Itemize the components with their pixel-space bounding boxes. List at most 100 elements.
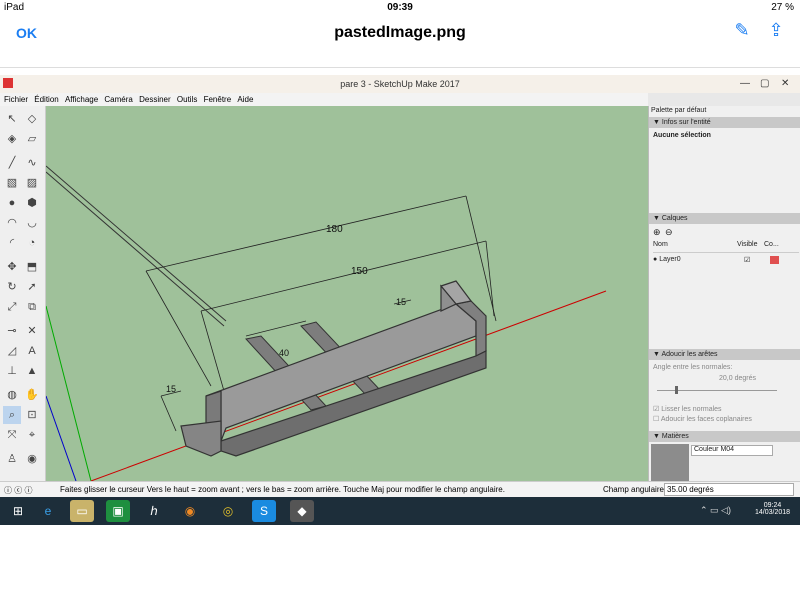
follow-me-icon[interactable]: ➚ xyxy=(23,278,41,296)
divider xyxy=(0,67,800,68)
tray-panel: Palette par défaut ▼ Infos sur l'entité … xyxy=(648,106,800,481)
blue-axis xyxy=(46,395,77,481)
component-icon[interactable]: ◇ xyxy=(23,110,41,128)
tray-icons[interactable]: ⌃ ▭ ◁) xyxy=(700,505,731,516)
layer-visible-checkbox[interactable]: ☑ xyxy=(744,256,750,264)
maximize-icon[interactable]: ▢ xyxy=(760,78,769,89)
menu-camera[interactable]: Caméra xyxy=(104,95,132,104)
rotate-icon[interactable]: ↻ xyxy=(3,278,21,296)
ios-nav-bar: OK pastedImage.png ✎ ⇪ xyxy=(0,16,800,50)
arc2-icon[interactable]: ◡ xyxy=(23,214,41,232)
materials-panel-header[interactable]: ▼ Matières xyxy=(649,431,800,442)
move-icon[interactable]: ✥ xyxy=(3,258,21,276)
measurement-label: Champ angulaire xyxy=(603,485,664,494)
text-icon[interactable]: A xyxy=(23,342,41,360)
tape-measure-icon[interactable]: ⊸ xyxy=(3,322,21,340)
chrome-icon[interactable]: ◎ xyxy=(216,500,240,522)
layers-panel-header[interactable]: ▼ Calques xyxy=(649,213,800,224)
model-drawing: 180 150 15 40 15 xyxy=(46,165,607,481)
3d-viewport[interactable]: 180 150 15 40 15 xyxy=(46,106,648,481)
menu-outils[interactable]: Outils xyxy=(177,95,197,104)
arc3-icon[interactable]: ◜ xyxy=(3,234,21,252)
material-name-field[interactable]: Couleur M04 xyxy=(691,445,773,456)
material-swatch[interactable] xyxy=(651,444,689,481)
rotated-rectangle-icon[interactable]: ▨ xyxy=(23,174,41,192)
dim-small-label: 15 xyxy=(166,384,176,394)
pan-icon[interactable]: ✋ xyxy=(23,386,41,404)
menu-affichage[interactable]: Affichage xyxy=(65,95,98,104)
entity-panel-header[interactable]: ▼ Infos sur l'entité xyxy=(649,117,800,128)
previous-view-icon[interactable]: ⌖ xyxy=(23,426,41,444)
windows-start-icon[interactable]: ⊞ xyxy=(6,500,30,522)
soften-header-label: Adoucir les arêtes xyxy=(661,351,718,358)
menu-edition[interactable]: Édition xyxy=(34,95,58,104)
share-icon[interactable]: ⇪ xyxy=(764,20,788,44)
position-camera-icon[interactable]: ♙ xyxy=(3,450,21,468)
dim-inner-label: 150 xyxy=(351,266,368,277)
pie-icon[interactable]: ◔ xyxy=(23,234,41,252)
zoom-extents-icon[interactable]: ⤧ xyxy=(3,426,21,444)
circle-icon[interactable]: ● xyxy=(3,194,21,212)
menu-fichier[interactable]: Fichier xyxy=(4,95,28,104)
soften-coplanar-label: Adoucir les faces coplanaires xyxy=(660,416,752,423)
smooth-normals-label: Lisser les normales xyxy=(661,406,722,413)
close-icon[interactable]: ✕ xyxy=(781,78,789,89)
arc-icon[interactable]: ◠ xyxy=(3,214,21,232)
layers-col-color: Co... xyxy=(764,241,779,248)
offset-icon[interactable]: ⧉ xyxy=(23,298,41,316)
rectangle-icon[interactable]: ▧ xyxy=(3,174,21,192)
layers-header-label: Calques xyxy=(661,215,688,222)
tray-date: 14/03/2018 xyxy=(755,509,791,516)
axes-icon[interactable]: ⊥ xyxy=(3,362,21,380)
layer-name: Layer0 xyxy=(659,256,681,263)
layers-col-name: Nom xyxy=(653,241,668,248)
freehand-icon[interactable]: ∿ xyxy=(23,154,41,172)
window-title: pare 3 - SketchUp Make 2017 xyxy=(340,79,460,89)
menu-aide[interactable]: Aide xyxy=(237,95,253,104)
markup-icon[interactable]: ✎ xyxy=(730,20,754,44)
soften-coplanar-checkbox[interactable]: ☐ Adoucir les faces coplanaires xyxy=(653,415,752,423)
orbit-icon[interactable]: ◍ xyxy=(3,386,21,404)
tray-clock[interactable]: 09:24 14/03/2018 xyxy=(755,502,790,516)
store-icon[interactable]: ▣ xyxy=(106,500,130,522)
line-icon[interactable]: ╱ xyxy=(3,154,21,172)
zoom-window-icon[interactable]: ⊡ xyxy=(23,406,41,424)
polygon-icon[interactable]: ⬢ xyxy=(23,194,41,212)
document-title: pastedImage.png xyxy=(334,24,466,41)
hp-icon[interactable]: ℎ xyxy=(142,500,166,522)
add-layer-icon[interactable]: ⊕ xyxy=(653,227,661,238)
layer-row-0[interactable]: ● Layer0 xyxy=(653,256,681,263)
menu-dessiner[interactable]: Dessiner xyxy=(139,95,171,104)
soften-panel-header[interactable]: ▼ Adoucir les arêtes xyxy=(649,349,800,360)
tray-time: 09:24 xyxy=(763,502,782,509)
paint-bucket-icon[interactable]: ◈ xyxy=(3,130,21,148)
3d-text-icon[interactable]: ▲ xyxy=(23,362,41,380)
edge-icon[interactable]: e xyxy=(36,500,60,522)
layer-color-swatch[interactable] xyxy=(770,256,779,264)
file-explorer-icon[interactable]: ▭ xyxy=(70,500,94,522)
status-bar: ⓘ ⓒ ⓘ Faites glisser le curseur Vers le … xyxy=(0,481,800,497)
layers-col-visible: Visible xyxy=(737,241,758,248)
eraser-icon[interactable]: ▱ xyxy=(23,130,41,148)
dim-depth-label: 15 xyxy=(396,297,406,307)
firefox-icon[interactable]: ◉ xyxy=(178,500,202,522)
minimize-icon[interactable]: — xyxy=(740,78,750,89)
zoom-icon[interactable]: ⌕ xyxy=(3,406,21,424)
look-around-icon[interactable]: ◉ xyxy=(23,450,41,468)
select-icon[interactable]: ↖ xyxy=(3,110,21,128)
dimension-icon[interactable]: ✕ xyxy=(23,322,41,340)
protractor-icon[interactable]: ◿ xyxy=(3,342,21,360)
menu-fenetre[interactable]: Fenêtre xyxy=(204,95,232,104)
sketchup-taskbar-icon[interactable]: ◆ xyxy=(290,500,314,522)
status-hint: Faites glisser le curseur Vers le haut =… xyxy=(60,485,505,494)
measurement-input[interactable]: 35.00 degrés xyxy=(664,483,794,496)
axis-guide-line xyxy=(46,165,227,322)
screenshot-image: pare 3 - SketchUp Make 2017 — ▢ ✕ Fichie… xyxy=(0,75,800,525)
smooth-normals-checkbox[interactable]: ☑ Lisser les normales xyxy=(653,405,722,413)
dim-total-label: 180 xyxy=(326,224,343,235)
scale-icon[interactable]: ⤢ xyxy=(3,298,21,316)
push-pull-icon[interactable]: ⬒ xyxy=(23,258,41,276)
angle-slider-thumb[interactable] xyxy=(675,386,678,394)
skype-icon[interactable]: S xyxy=(252,500,276,522)
delete-layer-icon[interactable]: ⊖ xyxy=(665,227,673,238)
